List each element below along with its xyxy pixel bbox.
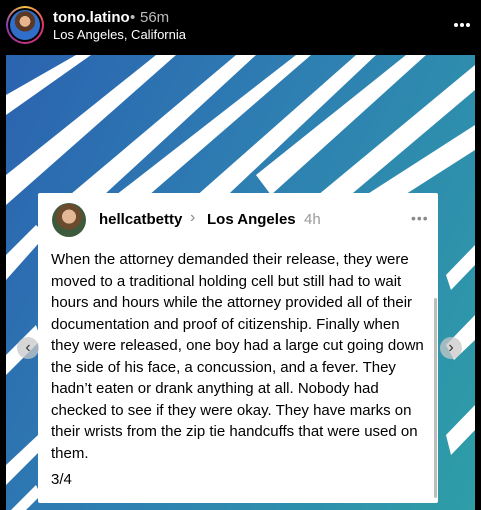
- card-scrollbar[interactable]: [434, 298, 437, 498]
- card-location[interactable]: Los Angeles: [207, 211, 296, 228]
- card-more-icon[interactable]: •••: [411, 210, 429, 226]
- more-horizontal-icon[interactable]: [453, 14, 471, 34]
- card-page-indicator: 3/4: [51, 471, 72, 488]
- card-username[interactable]: hellcatbetty: [99, 211, 182, 228]
- post-header: tono.latino • 56m Los Angeles, Californi…: [0, 0, 481, 52]
- username[interactable]: tono.latino: [53, 9, 130, 26]
- separator-dot: •: [130, 9, 136, 26]
- avatar[interactable]: [6, 6, 44, 44]
- card-body-text: When the attorney demanded their release…: [51, 251, 424, 462]
- chevron-right-icon: ›: [190, 209, 196, 226]
- card-time: 4h: [304, 211, 321, 228]
- card-avatar[interactable]: [52, 203, 86, 237]
- avatar-image: [10, 10, 40, 40]
- post-location[interactable]: Los Angeles, California: [53, 27, 186, 42]
- next-slide-button[interactable]: ›: [440, 337, 462, 359]
- previous-slide-button[interactable]: ‹: [17, 337, 39, 359]
- quoted-post-card: hellcatbetty › Los Angeles 4h ••• When t…: [38, 193, 438, 503]
- post-time: 56m: [140, 9, 170, 26]
